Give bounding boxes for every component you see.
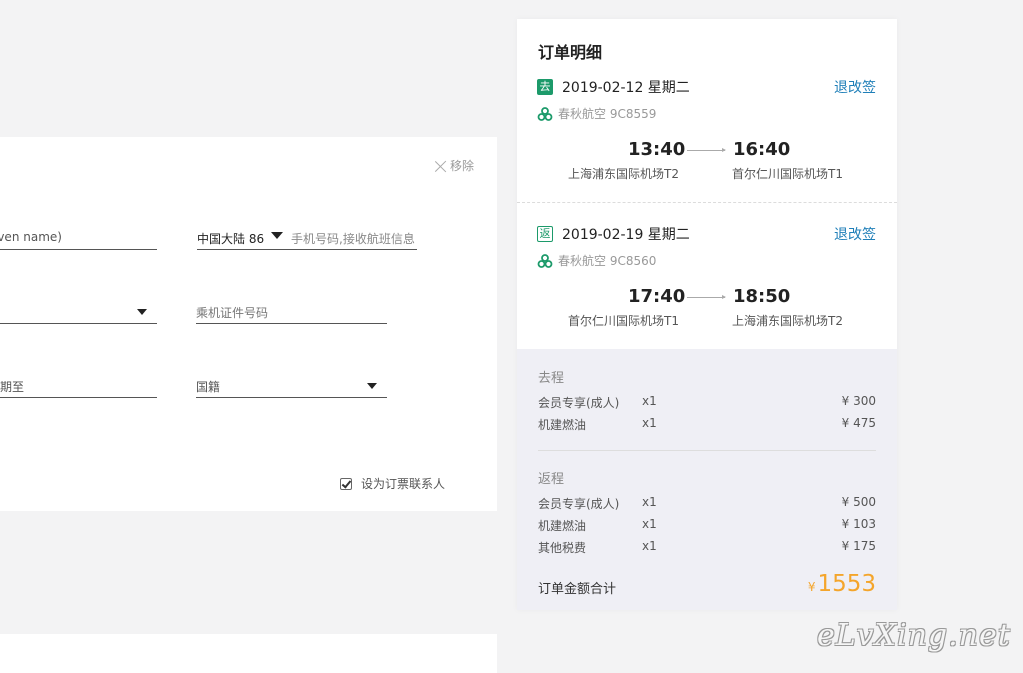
- price-breakdown: 去程 会员专享(成人) x1 ¥ 300 机建燃油 x1 ¥ 475 返程 会员…: [517, 349, 897, 610]
- outbound-change-link[interactable]: 退改签: [834, 77, 876, 97]
- set-contact-checkbox[interactable]: 设为订票联系人: [340, 475, 445, 492]
- price-item-name: 会员专享(成人): [538, 396, 620, 410]
- price-item-qty: x1: [642, 495, 657, 509]
- caret-down-icon: [367, 383, 377, 389]
- order-detail-panel: 订单明细 去 2019-02-12 星期二 退改签 春秋航空 9C8559 13…: [517, 19, 897, 610]
- passenger-form-card: 移除 iven name) 中国大陆 86 手机号码,接收航班信息 类型 乘机证…: [0, 137, 497, 511]
- arrow-right-icon: [687, 295, 726, 299]
- return-departure-airport: 首尔仁川国际机场T1: [568, 314, 679, 328]
- price-item-price: ¥ 475: [841, 416, 876, 430]
- watermark: eLvXing.net: [817, 618, 1011, 653]
- price-item-name: 其他税费: [538, 541, 587, 555]
- price-row: 机建燃油 x1 ¥ 475: [538, 416, 876, 432]
- arrow-right-icon: [687, 148, 726, 152]
- price-item-price: ¥ 175: [841, 539, 876, 553]
- price-item-name: 机建燃油: [538, 519, 587, 533]
- id-type-select[interactable]: 类型: [0, 300, 157, 324]
- return-airline-label: 春秋航空 9C8560: [558, 254, 657, 268]
- close-icon: [435, 160, 447, 172]
- price-item-price: ¥ 300: [841, 394, 876, 408]
- country-code-select[interactable]: 中国大陆 86: [197, 230, 264, 247]
- total-currency: ¥: [807, 580, 816, 594]
- phone-placeholder: 手机号码,接收航班信息: [291, 232, 415, 246]
- price-item-price: ¥ 500: [841, 495, 876, 509]
- return-price-title: 返程: [538, 472, 565, 487]
- price-row: 机建燃油 x1 ¥ 103: [538, 517, 876, 533]
- remove-label: 移除: [450, 159, 475, 173]
- price-item-qty: x1: [642, 517, 657, 531]
- price-item-name: 机建燃油: [538, 418, 587, 432]
- return-date: 2019-02-19 星期二: [562, 227, 690, 243]
- set-contact-label: 设为订票联系人: [361, 477, 446, 491]
- phone-field[interactable]: 中国大陆 86 手机号码,接收航班信息: [197, 226, 417, 250]
- price-row: 会员专享(成人) x1 ¥ 500: [538, 495, 876, 511]
- return-departure-time: 17:40: [628, 286, 686, 307]
- next-section-card: [0, 634, 497, 673]
- outbound-departure-time: 13:40: [628, 139, 686, 160]
- divider: [538, 450, 876, 451]
- outbound-date: 2019-02-12 星期二: [562, 80, 690, 96]
- outbound-price-title: 去程: [538, 371, 565, 386]
- outbound-departure-airport: 上海浦东国际机场T2: [568, 167, 679, 181]
- outbound-airline: 春秋航空 9C8559: [537, 105, 656, 122]
- price-item-qty: x1: [642, 394, 657, 408]
- price-row: 会员专享(成人) x1 ¥ 300: [538, 394, 876, 410]
- outbound-badge: 去: [537, 79, 553, 95]
- price-row: 其他税费 x1 ¥ 175: [538, 539, 876, 555]
- given-name-field[interactable]: iven name): [0, 226, 157, 250]
- return-arrival-time: 18:50: [733, 286, 791, 307]
- return-airline: 春秋航空 9C8560: [537, 252, 656, 269]
- outbound-airline-label: 春秋航空 9C8559: [558, 107, 657, 121]
- id-expiry-field[interactable]: 有效期至: [0, 374, 157, 398]
- id-number-placeholder: 乘机证件号码: [196, 306, 269, 320]
- return-change-link[interactable]: 退改签: [834, 224, 876, 244]
- nationality-placeholder: 国籍: [196, 380, 221, 394]
- return-badge: 返: [537, 226, 553, 242]
- checkbox-checked-icon[interactable]: [340, 477, 352, 490]
- nationality-select[interactable]: 国籍: [196, 374, 387, 398]
- price-item-name: 会员专享(成人): [538, 497, 620, 511]
- price-item-qty: x1: [642, 539, 657, 553]
- return-segment: 返 2019-02-19 星期二 退改签 春秋航空 9C8560 17:40 1…: [517, 222, 897, 350]
- airline-logo-icon: [537, 253, 553, 268]
- id-number-field[interactable]: 乘机证件号码: [196, 300, 387, 324]
- airline-logo-icon: [537, 106, 553, 121]
- outbound-segment: 去 2019-02-12 星期二 退改签 春秋航空 9C8559 13:40 1…: [517, 75, 897, 203]
- return-arrival-airport: 上海浦东国际机场T2: [732, 314, 843, 328]
- order-title: 订单明细: [538, 43, 603, 62]
- caret-down-icon[interactable]: [271, 232, 283, 239]
- outbound-arrival-time: 16:40: [733, 139, 791, 160]
- total-label: 订单金额合计: [538, 582, 617, 597]
- remove-passenger-button[interactable]: 移除: [435, 157, 474, 174]
- total-value: 1553: [817, 571, 876, 597]
- caret-down-icon: [137, 309, 147, 315]
- given-name-placeholder: iven name): [0, 230, 62, 244]
- price-item-qty: x1: [642, 416, 657, 430]
- expiry-placeholder: 有效期至: [0, 380, 25, 394]
- price-item-price: ¥ 103: [841, 517, 876, 531]
- total-amount: ¥1553: [808, 571, 876, 597]
- outbound-arrival-airport: 首尔仁川国际机场T1: [732, 167, 843, 181]
